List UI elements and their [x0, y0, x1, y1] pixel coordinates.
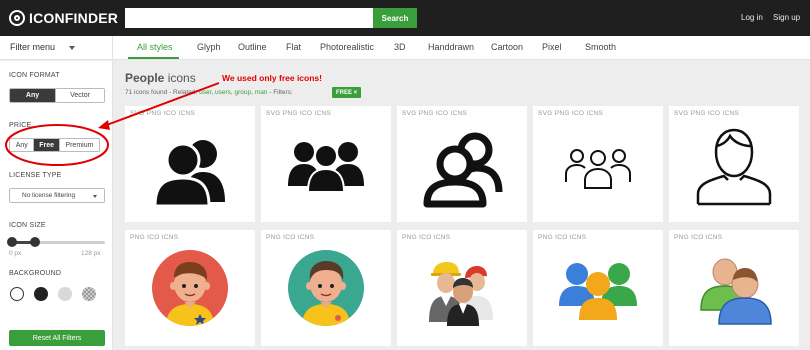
three-people-glyph-icon	[288, 142, 364, 193]
annotation-note: We used only free icons!	[222, 73, 322, 83]
filter-menu-toggle[interactable]: Filter menu	[0, 36, 113, 60]
page-title-keyword: People	[125, 71, 165, 85]
format-list: SVG PNG ICO ICNS	[402, 110, 468, 117]
person-outline-icon	[696, 128, 772, 206]
icon-format-label: ICON FORMAT	[9, 72, 60, 79]
background-label: BACKGROUND	[9, 270, 62, 277]
users-group-colorful-icon	[559, 263, 637, 320]
tab-photorealistic[interactable]: Photorealistic	[320, 42, 374, 52]
price-toggle: Any Free Premium	[9, 138, 100, 152]
icon-size-slider-track[interactable]	[9, 241, 105, 244]
icon-card[interactable]: SVG PNG ICO ICNS	[533, 106, 663, 222]
background-grey-swatch[interactable]	[58, 287, 72, 301]
icon-card[interactable]: PNG ICO ICNS	[533, 230, 663, 346]
active-tab-indicator	[128, 57, 179, 59]
icon-card[interactable]: SVG PNG ICO ICNS	[125, 106, 255, 222]
format-list: PNG ICO ICNS	[402, 234, 451, 241]
tab-cartoon[interactable]: Cartoon	[491, 42, 523, 52]
related-link-user[interactable]: user	[199, 89, 211, 96]
price-label: PRICE	[9, 122, 32, 129]
tab-all-styles[interactable]: All styles	[137, 42, 173, 52]
format-list: SVG PNG ICO ICNS	[538, 110, 604, 117]
icon-card[interactable]: PNG ICO ICNS	[397, 230, 527, 346]
icon-size-label: ICON SIZE	[9, 222, 46, 229]
format-list: PNG ICO ICNS	[674, 234, 723, 241]
format-list: SVG PNG ICO ICNS	[674, 110, 740, 117]
license-type-label: LICENSE TYPE	[9, 172, 62, 179]
filters-label: - Filters:	[267, 89, 293, 96]
format-list: PNG ICO ICNS	[266, 234, 315, 241]
page-title-suffix: icons	[164, 71, 196, 85]
price-free-option[interactable]: Free	[34, 139, 60, 151]
top-bar: ICONFINDER Search Log in Sign up	[0, 0, 810, 36]
icon-size-min-handle[interactable]	[7, 237, 17, 247]
icon-format-vector-option[interactable]: Vector	[56, 89, 104, 102]
icon-card[interactable]: SVG PNG ICO ICNS	[397, 106, 527, 222]
results-meta: 71 icons found - Related: user, users, g…	[125, 89, 293, 96]
two-people-bold-outline-icon	[423, 132, 503, 208]
tab-glyph[interactable]: Glyph	[197, 42, 221, 52]
logo-icon	[9, 10, 25, 26]
three-people-outline-icon	[565, 149, 631, 189]
background-transparent-swatch[interactable]	[82, 287, 96, 301]
tab-outline[interactable]: Outline	[238, 42, 267, 52]
icon-card[interactable]: SVG PNG ICO ICNS	[261, 106, 391, 222]
filter-menu-label: Filter menu	[10, 42, 56, 52]
chevron-down-icon	[93, 195, 97, 198]
free-filter-chip[interactable]: FREE ×	[332, 87, 362, 98]
tab-smooth[interactable]: Smooth	[585, 42, 616, 52]
price-premium-option[interactable]: Premium	[59, 139, 99, 151]
license-type-select[interactable]: No license filtering	[9, 188, 105, 203]
price-any-option[interactable]: Any	[10, 139, 35, 151]
background-white-swatch[interactable]	[10, 287, 24, 301]
format-list: SVG PNG ICO ICNS	[266, 110, 332, 117]
boy-avatar-teal-icon	[288, 250, 364, 326]
logo-text: ICONFINDER	[29, 10, 119, 26]
icon-card[interactable]: SVG PNG ICO ICNS	[669, 106, 799, 222]
format-list: SVG PNG ICO ICNS	[130, 110, 196, 117]
two-users-glossy-icon	[700, 258, 772, 325]
tab-handdrawn[interactable]: Handdrawn	[428, 42, 474, 52]
filter-sidebar: ICON FORMAT Any Vector PRICE Any Free Pr…	[0, 61, 113, 350]
icon-card[interactable]: PNG ICO ICNS	[261, 230, 391, 346]
tab-pixel[interactable]: Pixel	[542, 42, 562, 52]
related-link-users[interactable]: users	[215, 89, 231, 96]
boy-avatar-red-icon	[152, 250, 228, 326]
tab-3d[interactable]: 3D	[394, 42, 406, 52]
format-list: PNG ICO ICNS	[130, 234, 179, 241]
icon-size-max-label: 128 px	[81, 250, 101, 257]
chevron-down-icon	[69, 46, 75, 50]
icon-size-min-label: 0 px	[9, 250, 22, 257]
icon-card[interactable]: PNG ICO ICNS	[125, 230, 255, 346]
workers-photorealistic-icon	[429, 262, 493, 326]
icon-format-toggle: Any Vector	[9, 88, 105, 103]
background-black-swatch[interactable]	[34, 287, 48, 301]
icon-card[interactable]: PNG ICO ICNS	[669, 230, 799, 346]
style-tabs-bar: Filter menu All styles Glyph Outline Fla…	[0, 36, 810, 60]
search-input[interactable]	[125, 8, 373, 28]
icon-size-max-handle[interactable]	[30, 237, 40, 247]
license-type-value: No license filtering	[22, 192, 76, 199]
signup-link[interactable]: Sign up	[773, 13, 800, 22]
results-count: 71 icons found - Related:	[125, 89, 200, 96]
page-title: People icons	[125, 71, 196, 85]
reset-all-filters-button[interactable]: Reset All Filters	[9, 330, 105, 346]
related-link-group[interactable]: group	[235, 89, 252, 96]
login-link[interactable]: Log in	[741, 13, 763, 22]
two-people-glyph-icon	[153, 140, 225, 208]
icon-format-any-option[interactable]: Any	[10, 89, 57, 102]
tab-flat[interactable]: Flat	[286, 42, 301, 52]
logo[interactable]: ICONFINDER	[9, 10, 118, 26]
search-button[interactable]: Search	[373, 8, 417, 28]
related-link-man[interactable]: man	[255, 89, 268, 96]
format-list: PNG ICO ICNS	[538, 234, 587, 241]
